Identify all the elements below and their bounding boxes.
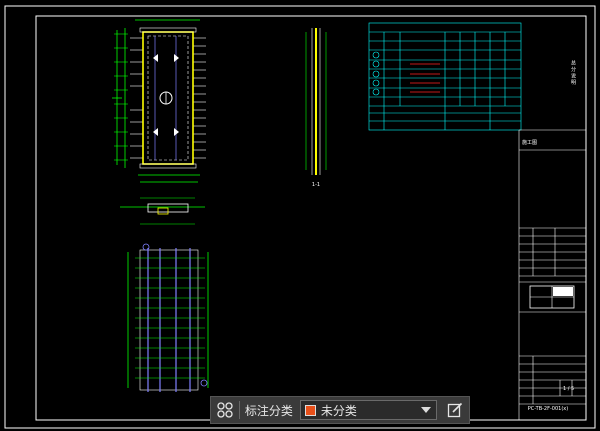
inner-frame <box>35 15 587 421</box>
edit-icon[interactable] <box>441 397 469 423</box>
north-box <box>529 285 575 309</box>
section-view-vertical: 1-1 <box>305 28 327 188</box>
category-color-swatch <box>304 404 316 416</box>
section-view-horizontal <box>120 197 205 225</box>
title-block-label: 施工图 <box>522 139 537 146</box>
plan-view <box>112 19 206 183</box>
cad-drawing-canvas[interactable]: 1-1 总 分 说 明 施工图 1 / 5 PC-TB-2F-001(x) <box>0 0 600 431</box>
annotation-category-label: 标注分类 <box>244 403 293 418</box>
category-select-value: 未分类 <box>320 403 357 418</box>
rebar-view <box>127 243 209 392</box>
chevron-down-icon[interactable] <box>421 407 432 413</box>
annotation-toolbar: 标注分类 未分类 <box>210 396 470 424</box>
title-block <box>518 129 586 420</box>
category-select[interactable]: 未分类 <box>299 400 438 420</box>
vertical-note: 总 分 说 明 <box>570 59 576 86</box>
rebar-schedule-table <box>368 22 522 131</box>
drawing-number: PC-TB-2F-001(x) <box>528 406 568 412</box>
section-label-side: 1-1 <box>312 182 320 188</box>
outer-frame <box>4 5 596 429</box>
table-row-markers <box>372 51 380 96</box>
grid-icon[interactable] <box>211 397 239 423</box>
sheet-label: 1 / 5 <box>563 386 574 392</box>
